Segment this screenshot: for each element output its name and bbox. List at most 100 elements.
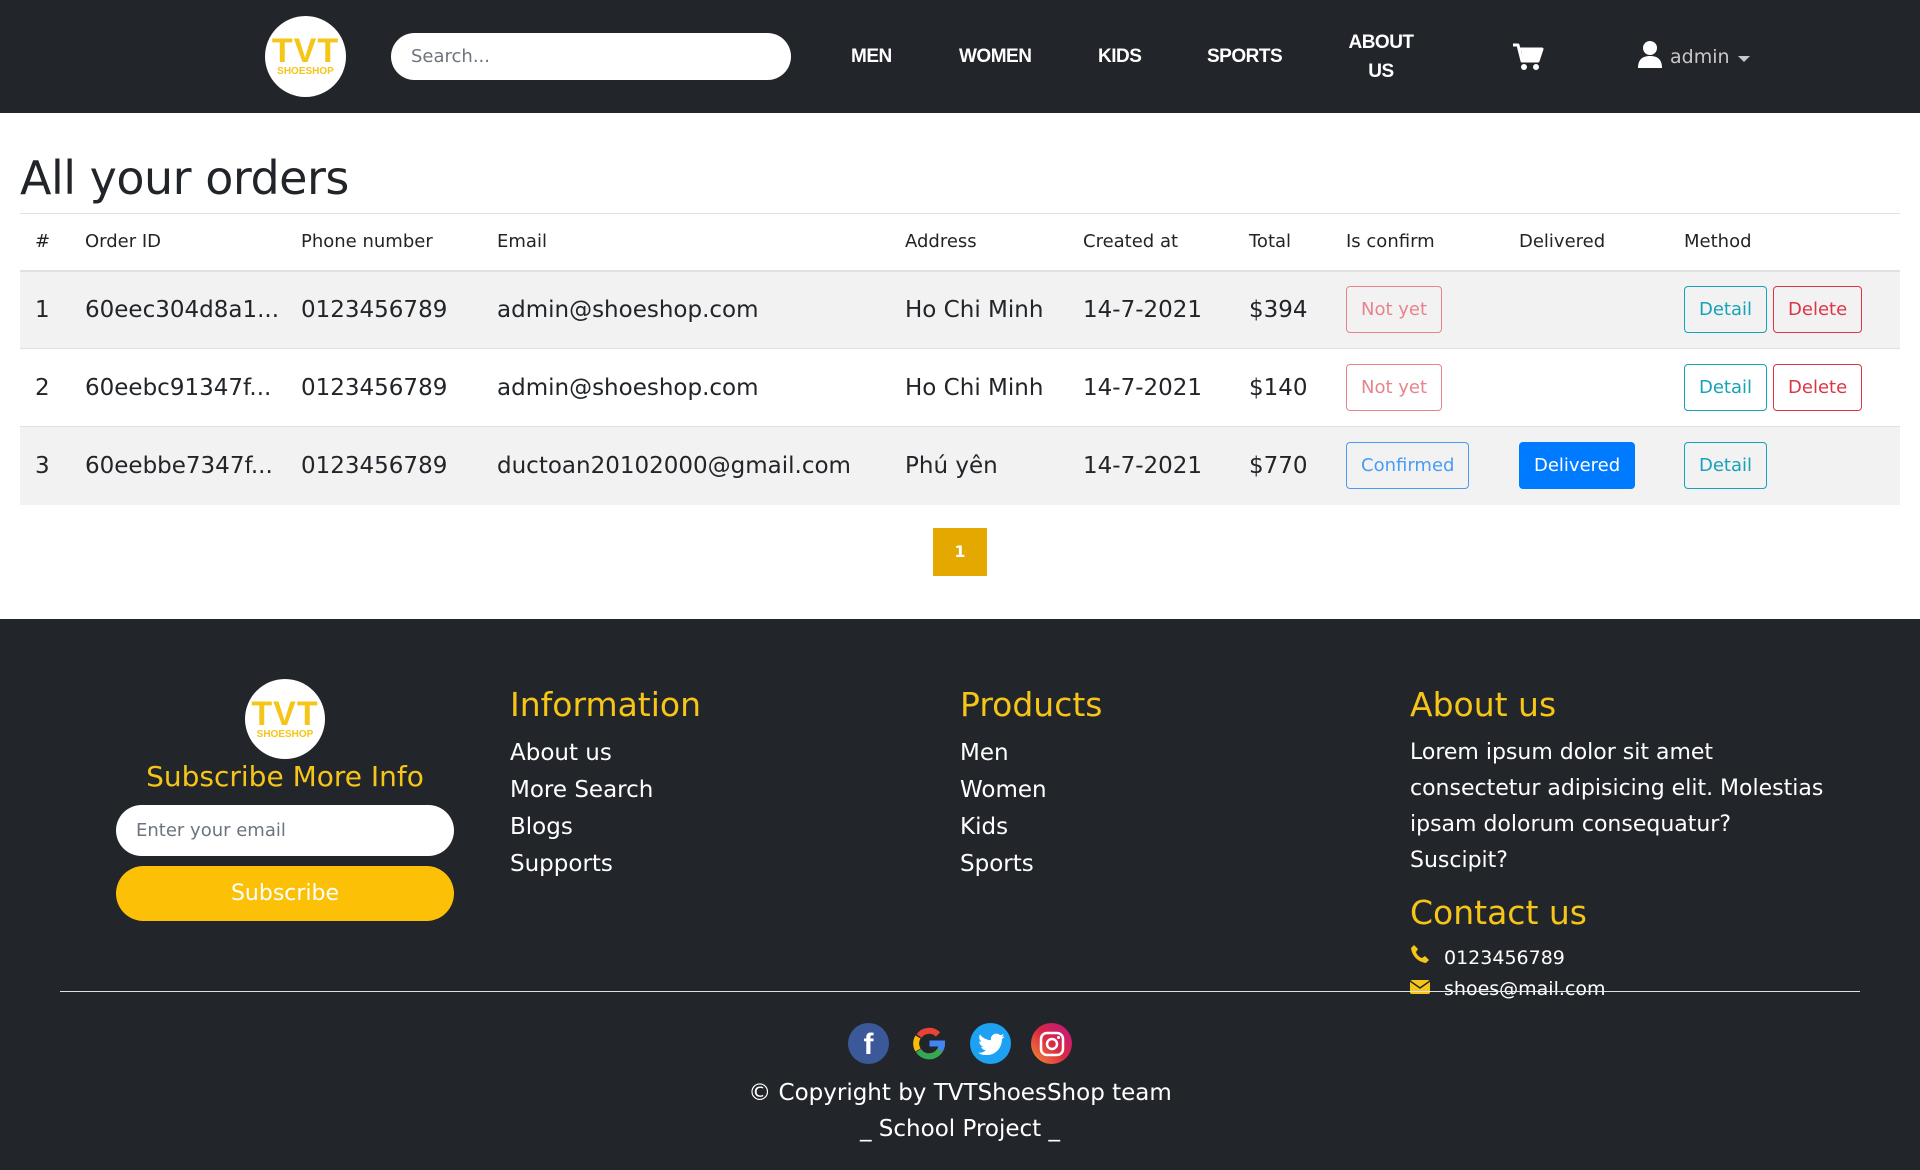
cell-method: Detail Delete xyxy=(1684,270,1900,349)
svg-text:f: f xyxy=(864,1028,875,1061)
footer-link-supports[interactable]: Supports xyxy=(510,846,701,883)
phone-icon xyxy=(1410,943,1430,974)
cell-address: Phú yên xyxy=(905,426,1083,505)
cell-num: 1 xyxy=(20,270,85,349)
header-phone: Phone number xyxy=(301,213,497,272)
table-row: 3 60eebbe7347f... 0123456789 ductoan2010… xyxy=(20,426,1900,505)
confirmed-button[interactable]: Confirmed xyxy=(1346,442,1470,490)
contact-email-text: shoes@mail.com xyxy=(1444,978,1606,1000)
delivered-button[interactable]: Delivered xyxy=(1519,442,1636,490)
user-name: admin xyxy=(1670,45,1730,68)
about-title: About us xyxy=(1410,685,1557,724)
search-input[interactable] xyxy=(391,33,791,80)
cell-total: $140 xyxy=(1249,348,1346,427)
footer-divider xyxy=(60,991,1860,992)
page-title: All your orders xyxy=(20,151,349,205)
cell-phone: 0123456789 xyxy=(301,426,497,505)
main-content: All your orders # Order ID Phone number … xyxy=(0,147,1920,576)
cell-total: $770 xyxy=(1249,426,1346,505)
cart-icon[interactable] xyxy=(1512,42,1544,72)
about-text: Lorem ipsum dolor sit amet consectetur a… xyxy=(1410,740,1824,873)
cell-phone: 0123456789 xyxy=(301,348,497,427)
contact-phone-text: 0123456789 xyxy=(1444,947,1565,969)
cell-order-id: 60eebbe7347f... xyxy=(85,426,301,505)
cell-delivered: Delivered xyxy=(1519,426,1684,505)
copyright-line1: © Copyright by TVTShoesShop team xyxy=(748,1080,1172,1106)
cell-num: 2 xyxy=(20,348,85,427)
footer-link-about[interactable]: About us xyxy=(510,735,701,772)
detail-button[interactable]: Detail xyxy=(1684,442,1768,490)
footer-products: Products Men Women Kids Sports xyxy=(960,685,1103,883)
instagram-icon[interactable] xyxy=(1031,1023,1072,1064)
cell-order-id: 60eebc91347f... xyxy=(85,348,301,427)
detail-button[interactable]: Detail xyxy=(1684,286,1768,334)
copyright-line2: _ School Project _ xyxy=(860,1116,1060,1142)
footer-link-blogs[interactable]: Blogs xyxy=(510,809,701,846)
detail-button[interactable]: Detail xyxy=(1684,364,1768,411)
cell-num: 3 xyxy=(20,426,85,505)
footer-link-sports[interactable]: Sports xyxy=(960,846,1103,883)
caret-down-icon xyxy=(1737,46,1750,68)
nav-sports[interactable]: SPORTS xyxy=(1207,42,1283,71)
contact-title: Contact us xyxy=(1410,893,1587,932)
cell-created-at: 14-7-2021 xyxy=(1083,270,1249,349)
header-total: Total xyxy=(1249,213,1346,272)
header-method: Method xyxy=(1684,213,1900,272)
user-icon xyxy=(1638,40,1662,73)
header-created-at: Created at xyxy=(1083,213,1249,272)
facebook-icon[interactable]: f xyxy=(848,1023,889,1064)
footer-information: Information About us More Search Blogs S… xyxy=(510,685,701,883)
contact-email: shoes@mail.com xyxy=(1409,974,1830,1005)
twitter-icon[interactable] xyxy=(970,1023,1011,1064)
footer-link-kids[interactable]: Kids xyxy=(960,809,1103,846)
user-menu[interactable]: admin xyxy=(1638,40,1750,73)
copyright: © Copyright by TVTShoesShop team _ Schoo… xyxy=(0,1075,1920,1147)
nav-women[interactable]: WOMEN xyxy=(959,42,1032,71)
footer: TVT SHOESHOP Subscribe More Info Subscri… xyxy=(0,619,1920,1170)
not-yet-button[interactable]: Not yet xyxy=(1346,364,1443,411)
nav-about-us[interactable]: ABOUT US xyxy=(1347,28,1415,86)
delete-button[interactable]: Delete xyxy=(1773,286,1863,334)
cell-delivered xyxy=(1519,348,1684,427)
pagination: 1 xyxy=(20,527,1900,576)
nav-men[interactable]: MEN xyxy=(851,42,892,71)
google-icon[interactable] xyxy=(909,1023,950,1064)
subscribe-button[interactable]: Subscribe xyxy=(116,866,454,921)
nav-about-line1: ABOUT xyxy=(1348,32,1414,53)
cell-email: admin@shoeshop.com xyxy=(497,348,905,427)
cell-is-confirm: Confirmed xyxy=(1346,426,1519,505)
nav-kids[interactable]: KIDS xyxy=(1098,42,1142,71)
footer-link-women[interactable]: Women xyxy=(960,772,1103,809)
footer-logo: TVT SHOESHOP xyxy=(245,679,325,759)
cell-address: Ho Chi Minh xyxy=(905,348,1083,427)
orders-table: # Order ID Phone number Email Address Cr… xyxy=(20,213,1900,505)
cell-delivered xyxy=(1519,270,1684,349)
cell-is-confirm: Not yet xyxy=(1346,270,1519,349)
footer-about: About us Lorem ipsum dolor sit amet cons… xyxy=(1409,685,1830,1005)
cell-order-id: 60eec304d8a1... xyxy=(85,270,301,349)
contact-phone: 0123456789 xyxy=(1410,943,1830,974)
table-header-row: # Order ID Phone number Email Address Cr… xyxy=(20,213,1900,272)
information-title: Information xyxy=(510,685,702,724)
nav-about-line2: US xyxy=(1368,61,1394,82)
footer-link-men[interactable]: Men xyxy=(960,735,1103,772)
header-address: Address xyxy=(905,213,1083,272)
footer-logo-subtext: SHOESHOP xyxy=(256,728,314,740)
header-num: # xyxy=(20,213,85,272)
cell-method: Detail xyxy=(1684,426,1900,505)
not-yet-button[interactable]: Not yet xyxy=(1346,286,1443,334)
cell-is-confirm: Not yet xyxy=(1346,348,1519,427)
cell-email: ductoan20102000@gmail.com xyxy=(497,426,905,505)
subscribe-email-input[interactable] xyxy=(116,805,454,856)
footer-link-more-search[interactable]: More Search xyxy=(510,772,701,809)
cell-address: Ho Chi Minh xyxy=(905,270,1083,349)
header-delivered: Delivered xyxy=(1519,213,1684,272)
page-1-button[interactable]: 1 xyxy=(933,527,987,576)
footer-logo-text: TVT xyxy=(251,694,319,733)
header-order-id: Order ID xyxy=(85,213,301,272)
delete-button[interactable]: Delete xyxy=(1773,364,1863,411)
table-row: 1 60eec304d8a1... 0123456789 admin@shoes… xyxy=(20,270,1900,349)
header-is-confirm: Is confirm xyxy=(1346,213,1519,272)
cell-email: admin@shoeshop.com xyxy=(497,270,905,349)
site-logo[interactable]: TVT SHOESHOP xyxy=(265,16,346,97)
